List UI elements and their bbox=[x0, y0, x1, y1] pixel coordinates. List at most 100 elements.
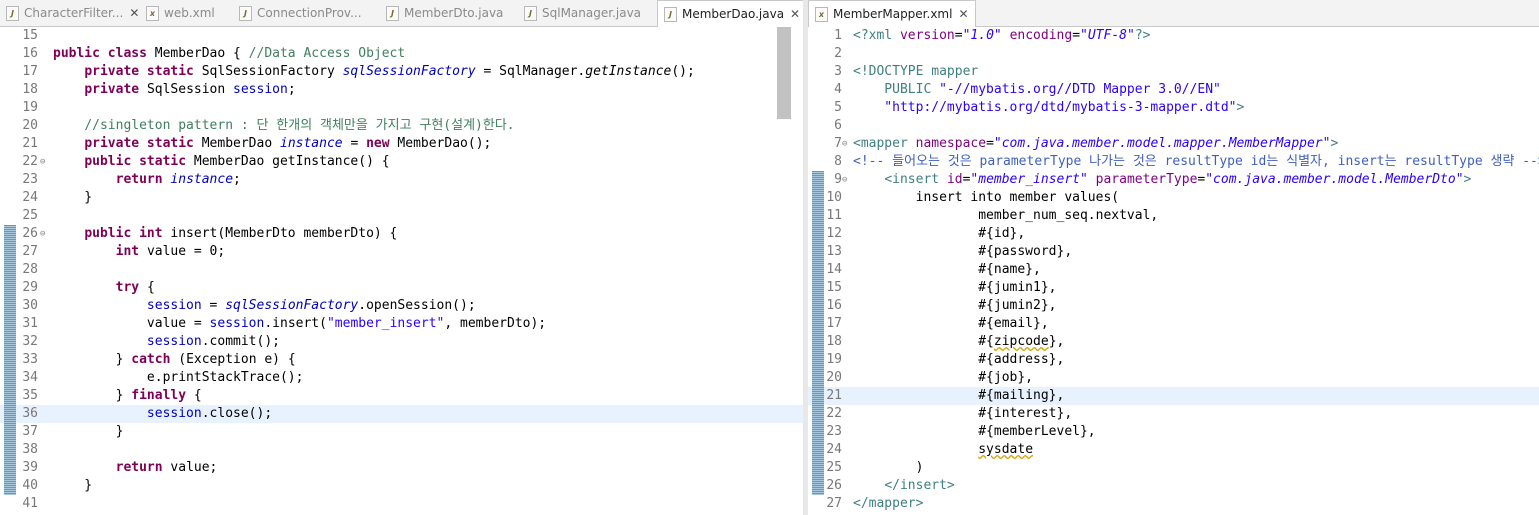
code-line[interactable]: 23 return instance; bbox=[0, 171, 803, 189]
code-line[interactable]: 33 } catch (Exception e) { bbox=[0, 351, 803, 369]
code-line[interactable]: 21 private static MemberDao instance = n… bbox=[0, 135, 803, 153]
code-line[interactable]: 29 try { bbox=[0, 279, 803, 297]
code-text: } finally { bbox=[53, 388, 202, 403]
code-line[interactable]: 22 ⊖ public static MemberDao getInstance(… bbox=[0, 153, 803, 171]
code-text: private SqlSession session; bbox=[84, 82, 296, 97]
line-number: 19 bbox=[22, 100, 38, 115]
code-line[interactable]: 7 ⊖ <mapper namespace="com.java.member.mod… bbox=[808, 135, 1539, 153]
code-line[interactable]: 13 #{password}, bbox=[808, 243, 1539, 261]
line-number: 28 bbox=[22, 262, 38, 277]
code-line[interactable]: 25 ) bbox=[808, 459, 1539, 477]
code-line[interactable]: 27 </mapper> bbox=[808, 495, 1539, 513]
code-line[interactable]: 18 #{zipcode}, bbox=[808, 333, 1539, 351]
code-line[interactable]: 39 return value; bbox=[0, 459, 803, 477]
code-line[interactable]: 10 insert into member values( bbox=[808, 189, 1539, 207]
code-line[interactable]: 28 bbox=[0, 261, 803, 279]
code-line[interactable]: 15 #{jumin1}, bbox=[808, 279, 1539, 297]
tab-label: CharacterFilter... bbox=[24, 6, 124, 20]
line-number: 16 bbox=[22, 46, 38, 61]
line-number: 9 bbox=[834, 172, 842, 187]
code-line[interactable]: 32 session.commit(); bbox=[0, 333, 803, 351]
tab-web-xml[interactable]: x web.xml bbox=[140, 0, 238, 26]
code-line[interactable]: 5 "http://mybatis.org/dtd/mybatis-3-mapp… bbox=[808, 99, 1539, 117]
code-line[interactable]: 35 } finally { bbox=[0, 387, 803, 405]
line-number: 40 bbox=[22, 478, 38, 493]
code-text: #{email}, bbox=[853, 316, 1049, 331]
code-line[interactable]: 26 ⊖ public int insert(MemberDto memberDt… bbox=[0, 225, 803, 243]
code-line[interactable]: 11 member_num_seq.nextval, bbox=[808, 207, 1539, 225]
code-line[interactable]: 16 public class MemberDao { //Data Access… bbox=[0, 45, 803, 63]
left-tab-bar: J CharacterFilter... ✕ x web.xml J Conne… bbox=[0, 0, 803, 27]
code-line[interactable]: 3 <!DOCTYPE mapper bbox=[808, 63, 1539, 81]
code-line[interactable]: 37 } bbox=[0, 423, 803, 441]
tab-label: MemberDto.java bbox=[404, 6, 504, 20]
code-line[interactable]: 21 #{mailing}, bbox=[808, 387, 1539, 405]
code-line[interactable]: 26 </insert> bbox=[808, 477, 1539, 495]
code-line[interactable]: 25 bbox=[0, 207, 803, 225]
code-line[interactable]: 1 <?xml version="1.0" encoding="UTF-8"?> bbox=[808, 27, 1539, 45]
code-line[interactable]: 6 bbox=[808, 117, 1539, 135]
tab-membermapper[interactable]: x MemberMapper.xml ✕ bbox=[808, 0, 976, 27]
code-line[interactable]: 20 #{job}, bbox=[808, 369, 1539, 387]
code-line[interactable]: 19 #{address}, bbox=[808, 351, 1539, 369]
code-line[interactable]: 38 bbox=[0, 441, 803, 459]
tab-connectionprov[interactable]: J ConnectionProv... bbox=[233, 0, 385, 26]
vertical-scrollbar-thumb[interactable] bbox=[777, 27, 791, 119]
code-line[interactable]: 2 bbox=[808, 45, 1539, 63]
code-line[interactable]: 4 PUBLIC "-//mybatis.org//DTD Mapper 3.0… bbox=[808, 81, 1539, 99]
fold-toggle-icon[interactable]: ⊖ bbox=[40, 225, 45, 243]
line-number: 26 bbox=[826, 478, 842, 493]
code-line[interactable]: 8 <!-- 들어오는 것은 parameterType 나가는 것은 resul… bbox=[808, 153, 1539, 171]
code-text: private static MemberDao instance = new … bbox=[84, 136, 492, 151]
code-line[interactable]: 9 ⊖ <insert id="member_insert" parameterT… bbox=[808, 171, 1539, 189]
tab-sqlmanager[interactable]: J SqlManager.java bbox=[518, 0, 660, 26]
tab-memberdto[interactable]: J MemberDto.java bbox=[380, 0, 522, 26]
line-number: 15 bbox=[826, 280, 842, 295]
line-number: 18 bbox=[826, 334, 842, 349]
code-line[interactable]: 31 value = session.insert("member_insert… bbox=[0, 315, 803, 333]
line-number: 27 bbox=[22, 244, 38, 259]
line-number: 10 bbox=[826, 190, 842, 205]
tab-label: MemberMapper.xml bbox=[833, 7, 953, 21]
code-line[interactable]: 41 bbox=[0, 495, 803, 513]
code-line[interactable]: 24 } bbox=[0, 189, 803, 207]
code-text: } bbox=[53, 424, 124, 439]
java-code-editor[interactable]: 15 16 public class MemberDao { //Data Acce… bbox=[0, 27, 803, 515]
close-icon[interactable]: ✕ bbox=[958, 7, 968, 21]
code-line[interactable]: 17 private static SqlSessionFactory sqlS… bbox=[0, 63, 803, 81]
code-line[interactable]: 40 } bbox=[0, 477, 803, 495]
tab-label: MemberDao.java bbox=[682, 7, 785, 21]
tab-memberdao[interactable]: J MemberDao.java ✕ bbox=[657, 0, 803, 27]
code-text: <!-- 들어오는 것은 parameterType 나가는 것은 result… bbox=[853, 154, 1539, 169]
code-line[interactable]: 27 int value = 0; bbox=[0, 243, 803, 261]
code-text: #{jumin2}, bbox=[853, 298, 1057, 313]
tab-characterfilter[interactable]: J CharacterFilter... ✕ bbox=[0, 0, 142, 26]
fold-toggle-icon[interactable]: ⊖ bbox=[40, 153, 45, 171]
code-line[interactable]: 34 e.printStackTrace(); bbox=[0, 369, 803, 387]
close-icon[interactable]: ✕ bbox=[129, 6, 139, 20]
close-icon[interactable]: ✕ bbox=[790, 7, 800, 21]
code-text: #{mailing}, bbox=[853, 388, 1065, 403]
code-line[interactable]: 20 //singleton pattern : 단 한개의 객체만을 가지고 … bbox=[0, 117, 803, 135]
code-line[interactable]: 22 #{interest}, bbox=[808, 405, 1539, 423]
line-number: 14 bbox=[826, 262, 842, 277]
code-line[interactable]: 18 private SqlSession session; bbox=[0, 81, 803, 99]
xml-code-editor[interactable]: 1 <?xml version="1.0" encoding="UTF-8"?> 2… bbox=[808, 27, 1539, 515]
code-text: </mapper> bbox=[853, 496, 924, 511]
code-line[interactable]: 16 #{jumin2}, bbox=[808, 297, 1539, 315]
code-line[interactable]: 24 sysdate bbox=[808, 441, 1539, 459]
code-line[interactable]: 14 #{name}, bbox=[808, 261, 1539, 279]
code-line[interactable]: 23 #{memberLevel}, bbox=[808, 423, 1539, 441]
fold-toggle-icon[interactable]: ⊖ bbox=[842, 135, 847, 153]
line-number: 37 bbox=[22, 424, 38, 439]
line-number: 26 bbox=[22, 226, 38, 241]
code-line[interactable]: 15 bbox=[0, 27, 803, 45]
code-line[interactable]: 30 session = sqlSessionFactory.openSessi… bbox=[0, 297, 803, 315]
code-line[interactable]: 36 session.close(); bbox=[0, 405, 803, 423]
code-line[interactable]: 12 #{id}, bbox=[808, 225, 1539, 243]
line-number: 25 bbox=[22, 208, 38, 223]
fold-toggle-icon[interactable]: ⊖ bbox=[842, 171, 847, 189]
code-line[interactable]: 19 bbox=[0, 99, 803, 117]
code-line[interactable]: 17 #{email}, bbox=[808, 315, 1539, 333]
line-number: 30 bbox=[22, 298, 38, 313]
